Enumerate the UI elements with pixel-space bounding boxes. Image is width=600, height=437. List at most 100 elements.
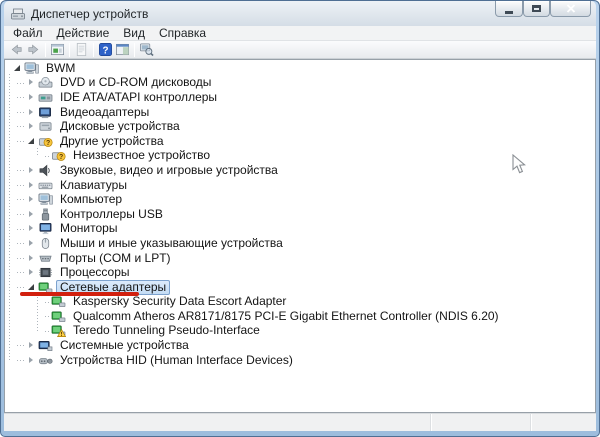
tree-item-label[interactable]: Видеоадаптеры <box>56 105 153 120</box>
device-tree-pane[interactable]: BWM DVD и CD-ROM дисководы IDE ATA/ATAPI… <box>4 59 596 413</box>
window-title: Диспетчер устройств <box>31 6 149 21</box>
titlebar[interactable]: Диспетчер устройств <box>4 1 596 26</box>
port-icon <box>38 252 53 265</box>
tree-connector-line <box>9 74 10 361</box>
disk-drive-icon <box>38 120 53 133</box>
tree-item-label[interactable]: Порты (COM и LPT) <box>56 251 175 266</box>
expander-collapsed-icon[interactable] <box>27 268 36 277</box>
tree-item-label[interactable]: Qualcomm Atheros AR8171/8175 PCI-E Gigab… <box>69 309 503 324</box>
expander-collapsed-icon[interactable] <box>27 108 36 117</box>
toolbar-separator <box>69 42 70 57</box>
unknown-device-icon <box>38 135 53 148</box>
tree-item-root-bwm[interactable]: BWM <box>13 61 595 76</box>
tree-item-disk-devices[interactable]: Дисковые устройства <box>13 119 595 134</box>
device-tree: BWM DVD и CD-ROM дисководы IDE ATA/ATAPI… <box>5 60 595 367</box>
ide-controller-icon <box>38 91 53 104</box>
menu-file[interactable]: Файл <box>4 26 50 41</box>
network-adapter-icon <box>51 295 66 308</box>
tree-item-label[interactable]: Устройства HID (Human Interface Devices) <box>56 353 297 368</box>
tree-item-label[interactable]: Системные устройства <box>56 338 193 353</box>
tree-item-label[interactable]: Другие устройства <box>56 134 168 149</box>
tree-item-sound-video-game[interactable]: Звуковые, видео и игровые устройства <box>13 163 595 178</box>
tree-item-label[interactable]: Неизвестное устройство <box>69 148 214 163</box>
tree-item-label[interactable]: BWM <box>42 61 79 76</box>
tree-item-hid-devices[interactable]: Устройства HID (Human Interface Devices) <box>13 353 595 368</box>
tree-item-label[interactable]: Дисковые устройства <box>56 119 184 134</box>
tree-item-dvd-cdrom[interactable]: DVD и CD-ROM дисководы <box>13 76 595 91</box>
tree-item-keyboards[interactable]: Клавиатуры <box>13 178 595 193</box>
show-console-tree-icon[interactable] <box>49 41 66 58</box>
status-section <box>530 414 596 431</box>
minimize-button[interactable] <box>495 1 523 17</box>
keyboard-icon <box>38 179 53 192</box>
menu-view[interactable]: Вид <box>116 26 152 41</box>
forward-icon[interactable] <box>25 41 42 58</box>
tree-item-kaspersky-adapter[interactable]: Kaspersky Security Data Escort Adapter <box>13 295 595 310</box>
expander-collapsed-icon[interactable] <box>27 224 36 233</box>
expander-collapsed-icon[interactable] <box>27 78 36 87</box>
usb-icon <box>38 208 53 221</box>
expander-collapsed-icon[interactable] <box>27 210 36 219</box>
expander-collapsed-icon[interactable] <box>27 181 36 190</box>
tree-item-ide-controllers[interactable]: IDE ATA/ATAPI контроллеры <box>13 90 595 105</box>
unknown-device-icon <box>51 149 66 162</box>
show-action-pane-icon[interactable] <box>114 41 131 58</box>
expander-expanded-icon[interactable] <box>27 283 36 292</box>
tree-item-label[interactable]: Компьютер <box>56 192 126 207</box>
tree-item-computer[interactable]: Компьютер <box>13 192 595 207</box>
tree-item-mice[interactable]: Мыши и иные указывающие устройства <box>13 236 595 251</box>
red-underline-annotation <box>20 292 139 296</box>
expander-collapsed-icon[interactable] <box>27 341 36 350</box>
hid-device-icon <box>38 354 53 367</box>
tree-item-monitors[interactable]: Мониторы <box>13 222 595 237</box>
expander-collapsed-icon[interactable] <box>27 93 36 102</box>
tree-item-label[interactable]: Клавиатуры <box>56 178 131 193</box>
monitor-icon <box>38 222 53 235</box>
video-adapter-icon <box>38 106 53 119</box>
menu-help[interactable]: Справка <box>152 26 213 41</box>
tree-item-processors[interactable]: Процессоры <box>13 265 595 280</box>
device-manager-window: Диспетчер устройств Файл Действие Вид Сп… <box>0 0 600 437</box>
menu-action[interactable]: Действие <box>50 26 117 41</box>
tree-item-label[interactable]: DVD и CD-ROM дисководы <box>56 75 215 90</box>
tree-item-video-adapters[interactable]: Видеоадаптеры <box>13 105 595 120</box>
expander-collapsed-icon[interactable] <box>27 122 36 131</box>
tree-item-ports[interactable]: Порты (COM и LPT) <box>13 251 595 266</box>
network-adapter-warning-icon <box>51 324 66 337</box>
mouse-icon <box>38 237 53 250</box>
tree-item-label[interactable]: Teredo Tunneling Pseudo-Interface <box>69 323 264 338</box>
expander-collapsed-icon[interactable] <box>27 356 36 365</box>
expander-expanded-icon[interactable] <box>27 137 36 146</box>
tree-item-label[interactable]: Звуковые, видео и игровые устройства <box>56 163 282 178</box>
tree-item-unknown-device[interactable]: Неизвестное устройство <box>13 149 595 164</box>
tree-item-label[interactable]: IDE ATA/ATAPI контроллеры <box>56 90 221 105</box>
properties-icon[interactable] <box>73 41 90 58</box>
tree-item-other-devices[interactable]: Другие устройства <box>13 134 595 149</box>
help-icon[interactable] <box>97 41 114 58</box>
tree-item-label[interactable]: Мыши и иные указывающие устройства <box>56 236 287 251</box>
expander-collapsed-icon[interactable] <box>27 239 36 248</box>
tree-item-usb-controllers[interactable]: Контроллеры USB <box>13 207 595 222</box>
expander-collapsed-icon[interactable] <box>27 166 36 175</box>
tree-item-teredo-interface[interactable]: Teredo Tunneling Pseudo-Interface <box>13 324 595 339</box>
toolbar-separator <box>45 42 46 57</box>
tree-item-label[interactable]: Процессоры <box>56 265 134 280</box>
tree-item-system-devices[interactable]: Системные устройства <box>13 338 595 353</box>
maximize-icon <box>532 5 541 12</box>
minimize-icon <box>505 10 513 14</box>
tree-item-label[interactable]: Контроллеры USB <box>56 207 167 222</box>
cpu-icon <box>38 266 53 279</box>
toolbar-separator <box>134 42 135 57</box>
close-icon <box>566 4 576 13</box>
tree-item-label[interactable]: Kaspersky Security Data Escort Adapter <box>69 294 290 309</box>
close-button[interactable] <box>550 1 591 17</box>
scan-hardware-changes-icon[interactable] <box>138 41 155 58</box>
expander-collapsed-icon[interactable] <box>27 254 36 263</box>
back-icon[interactable] <box>8 41 25 58</box>
tree-item-qualcomm-adapter[interactable]: Qualcomm Atheros AR8171/8175 PCI-E Gigab… <box>13 309 595 324</box>
mouse-cursor <box>512 154 526 175</box>
tree-item-label[interactable]: Мониторы <box>56 221 121 236</box>
maximize-button[interactable] <box>523 1 550 17</box>
expander-collapsed-icon[interactable] <box>27 195 36 204</box>
expander-expanded-icon[interactable] <box>13 64 22 73</box>
